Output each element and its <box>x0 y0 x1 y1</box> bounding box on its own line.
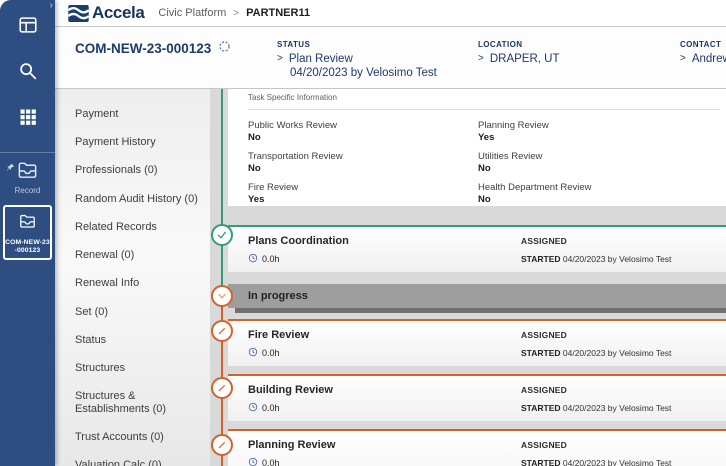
record-summary-bar: COM-NEW-23-000123 STATUS > Plan Review 0… <box>55 27 726 89</box>
task-card-plans-coordination[interactable]: Plans Coordination 0.0h ASSIGNED STARTED… <box>228 225 726 272</box>
task-card-fire-review[interactable]: Fire Review 0.0h ASSIGNED STARTED 04/20/… <box>228 319 726 366</box>
menu-item-structures[interactable]: Structures <box>55 355 210 383</box>
sidebar-item-active-record[interactable]: COM-NEW-23 -000123 <box>3 205 52 260</box>
sidebar-item-dashboard[interactable] <box>0 8 55 46</box>
info-field: Health Department Review No <box>478 182 726 205</box>
menu-item-valuation-calc[interactable]: Valuation Calc (0) <box>55 451 210 466</box>
in-progress-chevron-icon[interactable] <box>211 285 233 307</box>
chevron-right-icon: > <box>277 53 283 65</box>
task-hours-value: 0.0h <box>262 254 280 264</box>
menu-item-set[interactable]: Set (0) <box>55 298 210 326</box>
chevron-right-icon: > <box>680 53 686 65</box>
assigned-label: ASSIGNED <box>521 440 567 450</box>
app-sidebar: › Record COM-NEW-23 -000123 <box>0 0 55 466</box>
location-value[interactable]: > DRAPER, UT <box>478 53 560 65</box>
clock-icon <box>248 347 258 359</box>
brand-name: Accela <box>92 3 144 23</box>
started-detail: 04/20/2023 by Velosimo Test <box>563 458 672 466</box>
status-detail: 04/20/2023 by Velosimo Test <box>290 67 437 79</box>
record-group-label: Record <box>0 186 55 195</box>
info-field: Public Works Review No <box>248 120 478 143</box>
layout-panel-icon <box>17 14 39 41</box>
task-card-building-review[interactable]: Building Review 0.0h ASSIGNED STARTED 04… <box>228 374 726 421</box>
started-label: STARTED <box>521 403 561 413</box>
chevron-right-icon: > <box>478 53 484 65</box>
info-field: Transportation Review No <box>248 151 478 174</box>
sidebar-item-search[interactable] <box>0 54 55 92</box>
task-name: Plans Coordination <box>248 235 349 247</box>
menu-item-renewal[interactable]: Renewal (0) <box>55 241 210 269</box>
menu-item-status[interactable]: Status <box>55 326 210 354</box>
section-title: Task Specific Information <box>228 89 726 102</box>
top-header: Accela Civic Platform > PARTNER11 <box>55 0 726 27</box>
clock-icon <box>248 253 258 265</box>
contact-value[interactable]: > Andrew <box>680 53 726 65</box>
breadcrumb-separator: > <box>233 8 239 19</box>
in-progress-bar-shadow <box>235 308 726 313</box>
info-field: Utilities Review No <box>478 151 726 174</box>
search-icon <box>17 60 39 87</box>
task-hours-value: 0.0h <box>262 458 280 466</box>
pin-icon <box>6 159 15 177</box>
started-detail: 04/20/2023 by Velosimo Test <box>563 348 672 358</box>
status-label: STATUS <box>277 40 437 49</box>
assigned-label: ASSIGNED <box>521 236 567 246</box>
menu-item-random-audit-history[interactable]: Random Audit History (0) <box>55 185 210 213</box>
started-label: STARTED <box>521 254 561 264</box>
task-edit-icon[interactable] <box>211 377 233 399</box>
location-label: LOCATION <box>478 40 560 49</box>
sidebar-item-apps[interactable] <box>0 100 55 138</box>
environment-name: PARTNER11 <box>246 7 310 19</box>
record-id: COM-NEW-23-000123 <box>75 41 211 56</box>
started-label: STARTED <box>521 458 561 466</box>
task-hours-value: 0.0h <box>262 348 280 358</box>
accela-logo-icon <box>68 5 89 22</box>
workflow-panel: Task Specific Information Public Works R… <box>210 89 726 466</box>
sidebar-expand-icon[interactable]: › <box>50 1 53 11</box>
task-specific-info-card: Task Specific Information Public Works R… <box>228 89 726 206</box>
task-complete-icon[interactable] <box>211 224 233 246</box>
menu-item-renewal-info[interactable]: Renewal Info <box>55 270 210 298</box>
task-hours-value: 0.0h <box>262 403 280 413</box>
menu-item-structures-establishments[interactable]: Structures & Establishments (0) <box>55 383 210 423</box>
clock-icon <box>248 402 258 414</box>
started-detail: 04/20/2023 by Velosimo Test <box>563 403 672 413</box>
active-record-id-line2: -000123 <box>5 247 50 255</box>
menu-item-related-records[interactable]: Related Records <box>55 213 210 241</box>
task-name: Planning Review <box>248 439 335 451</box>
in-progress-label: In progress <box>248 290 308 302</box>
refresh-icon[interactable] <box>218 40 231 56</box>
task-edit-icon[interactable] <box>211 320 233 342</box>
menu-item-professionals[interactable]: Professionals (0) <box>55 157 210 185</box>
task-name: Fire Review <box>248 329 309 341</box>
started-label: STARTED <box>521 348 561 358</box>
grid-apps-icon <box>18 107 38 132</box>
clock-icon <box>248 457 258 466</box>
task-card-planning-review[interactable]: Planning Review 0.0h ASSIGNED STARTED 04… <box>228 429 726 466</box>
record-folder-icon <box>18 218 37 235</box>
assigned-label: ASSIGNED <box>521 330 567 340</box>
timeline-line-complete <box>221 89 223 285</box>
task-name: Building Review <box>248 384 333 396</box>
assigned-label: ASSIGNED <box>521 385 567 395</box>
record-nav-menu: Payment Payment History Professionals (0… <box>55 89 210 466</box>
status-value[interactable]: > Plan Review <box>277 53 437 65</box>
info-field: Planning Review Yes <box>478 120 726 143</box>
product-name: Civic Platform <box>158 7 226 19</box>
menu-item-payment-history[interactable]: Payment History <box>55 128 210 156</box>
started-detail: 04/20/2023 by Velosimo Test <box>563 254 672 264</box>
active-record-id-line1: COM-NEW-23 <box>5 239 50 247</box>
in-progress-group-bar[interactable]: In progress <box>228 284 726 308</box>
menu-item-payment[interactable]: Payment <box>55 100 210 128</box>
task-edit-icon[interactable] <box>211 434 233 456</box>
info-field: Fire Review Yes <box>248 182 478 205</box>
sidebar-record-group[interactable]: Record <box>0 153 55 195</box>
contact-label: CONTACT <box>680 40 726 49</box>
menu-item-trust-accounts[interactable]: Trust Accounts (0) <box>55 423 210 451</box>
